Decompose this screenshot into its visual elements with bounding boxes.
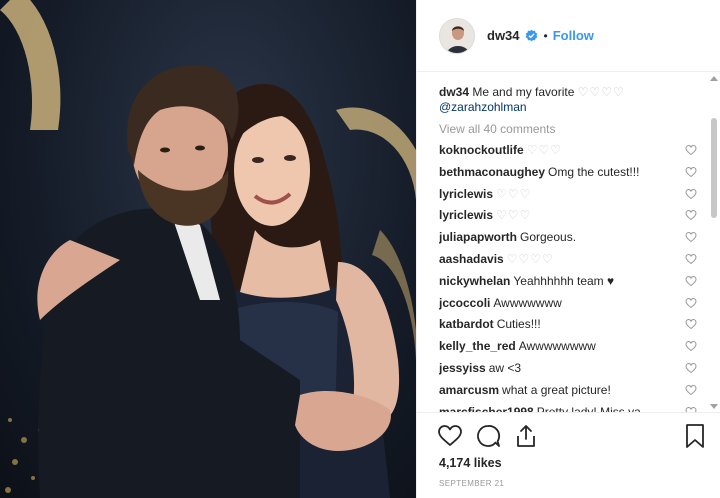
comment-text: aw <3 <box>488 360 522 375</box>
comment-row: lyriclewis ♡♡♡ <box>439 186 697 208</box>
comment-text: Awwwwwww <box>493 295 562 310</box>
comment-row: aashadavis ♡♡♡♡ <box>439 251 697 273</box>
comment-like-heart-icon[interactable] <box>685 253 697 265</box>
comment-row: juliapapworth Gorgeous. <box>439 229 697 251</box>
post-side-panel: dw34 • Follow dw34 Me and my favorite ♡♡… <box>416 0 720 498</box>
caption-mention[interactable]: @zarahzohlman <box>439 100 527 114</box>
comment-text: Cuties!!! <box>496 317 541 332</box>
comment-username[interactable]: bethmaconaughey <box>439 165 545 179</box>
comment-like-heart-icon[interactable] <box>685 144 697 156</box>
comment-text: Omg the cutest!!! <box>548 164 640 179</box>
comment-row: kelly_the_red Awwwwwwww <box>439 338 697 360</box>
comment-text: Yeahhhhhh team ♥ <box>513 273 615 288</box>
post-actions: 4,174 likes SEPTEMBER 21 <box>417 412 720 498</box>
avatar-image <box>440 18 474 53</box>
comment-text: ♡♡♡ <box>526 143 562 157</box>
comment-text: ♡♡♡ <box>496 208 532 223</box>
bookmark-button[interactable] <box>683 423 707 449</box>
comment-bubble-icon[interactable] <box>475 423 501 449</box>
scroll-up-arrow[interactable] <box>710 76 718 81</box>
comment-username[interactable]: kelly_the_red <box>439 339 516 353</box>
comment-rows: koknockoutlife ♡♡♡ bethmaconaughey Omg the … <box>439 142 697 412</box>
comment-username[interactable]: katbardot <box>439 317 494 331</box>
action-icons <box>437 423 539 449</box>
comment-username[interactable]: nickywhelan <box>439 274 510 288</box>
comment-like-heart-icon[interactable] <box>685 362 697 374</box>
post-caption: dw34 Me and my favorite ♡♡♡♡ @zarahzohlm… <box>439 85 697 115</box>
comment-text: ♡♡♡ <box>496 186 532 201</box>
comment-username[interactable]: amarcusm <box>439 383 499 397</box>
comment-like-heart-icon[interactable] <box>685 340 697 352</box>
verified-badge-icon <box>525 29 537 42</box>
comment-row: katbardot Cuties!!! <box>439 316 697 338</box>
comment-row: lyriclewis ♡♡♡ <box>439 207 697 229</box>
follow-button[interactable]: Follow <box>553 28 594 43</box>
comment-like-heart-icon[interactable] <box>685 231 697 243</box>
share-upload-icon[interactable] <box>513 423 539 449</box>
post-header: dw34 • Follow <box>417 0 720 72</box>
comment-row: marcfischer1998 Pretty lady! Miss ya <box>439 404 697 412</box>
comments-scrollbar[interactable] <box>711 118 717 218</box>
comment-username[interactable]: aashadavis <box>439 252 504 266</box>
comment-username[interactable]: jessyiss <box>439 361 486 375</box>
comment-like-heart-icon[interactable] <box>685 166 697 178</box>
comment-like-heart-icon[interactable] <box>685 297 697 309</box>
comment-text: Awwwwwwww <box>518 339 596 354</box>
like-count[interactable]: 4,174 likes <box>439 456 502 470</box>
post-date: SEPTEMBER 21 <box>439 479 505 488</box>
comment-like-heart-icon[interactable] <box>685 318 697 330</box>
view-all-comments-link[interactable]: View all 40 comments <box>439 122 697 136</box>
comment-row: nickywhelan Yeahhhhhh team ♥ <box>439 273 697 295</box>
like-heart-icon[interactable] <box>437 423 463 449</box>
comment-text: Pretty lady! Miss ya <box>536 404 641 412</box>
comment-username[interactable]: jccoccoli <box>439 296 490 310</box>
comment-like-heart-icon[interactable] <box>685 384 697 396</box>
scroll-down-arrow[interactable] <box>710 404 718 409</box>
avatar[interactable] <box>439 17 475 54</box>
comment-row: amarcusm what a great picture! <box>439 382 697 404</box>
caption-text: Me and my favorite <box>472 85 575 99</box>
comment-text: ♡♡♡♡ <box>506 251 554 266</box>
comment-row: koknockoutlife ♡♡♡ <box>439 142 697 164</box>
couple-photo-illustration <box>0 0 416 498</box>
comments-list[interactable]: dw34 Me and my favorite ♡♡♡♡ @zarahzohlm… <box>417 72 720 412</box>
header-separator: • <box>543 28 548 43</box>
bookmark-icon <box>686 424 704 448</box>
comment-text: what a great picture! <box>502 382 611 397</box>
comment-username[interactable]: juliapapworth <box>439 230 517 244</box>
caption-emoji: ♡♡♡♡ <box>577 85 625 99</box>
post-photo[interactable] <box>0 0 416 498</box>
caption-username[interactable]: dw34 <box>439 85 469 99</box>
comment-row: bethmaconaughey Omg the cutest!!! <box>439 164 697 186</box>
comment-like-heart-icon[interactable] <box>685 188 697 200</box>
comment-username[interactable]: lyriclewis <box>439 208 493 222</box>
comment-like-heart-icon[interactable] <box>685 275 697 287</box>
comment-username[interactable]: koknockoutlife <box>439 143 524 157</box>
header-username[interactable]: dw34 <box>487 28 520 43</box>
comment-row: jccoccoli Awwwwwww <box>439 295 697 317</box>
instagram-post: dw34 • Follow dw34 Me and my favorite ♡♡… <box>0 0 720 498</box>
comment-username[interactable]: marcfischer1998 <box>439 405 534 412</box>
comment-username[interactable]: lyriclewis <box>439 187 493 201</box>
comment-row: jessyiss aw <3 <box>439 360 697 382</box>
comment-text: Gorgeous. <box>520 230 577 245</box>
comment-like-heart-icon[interactable] <box>685 209 697 221</box>
